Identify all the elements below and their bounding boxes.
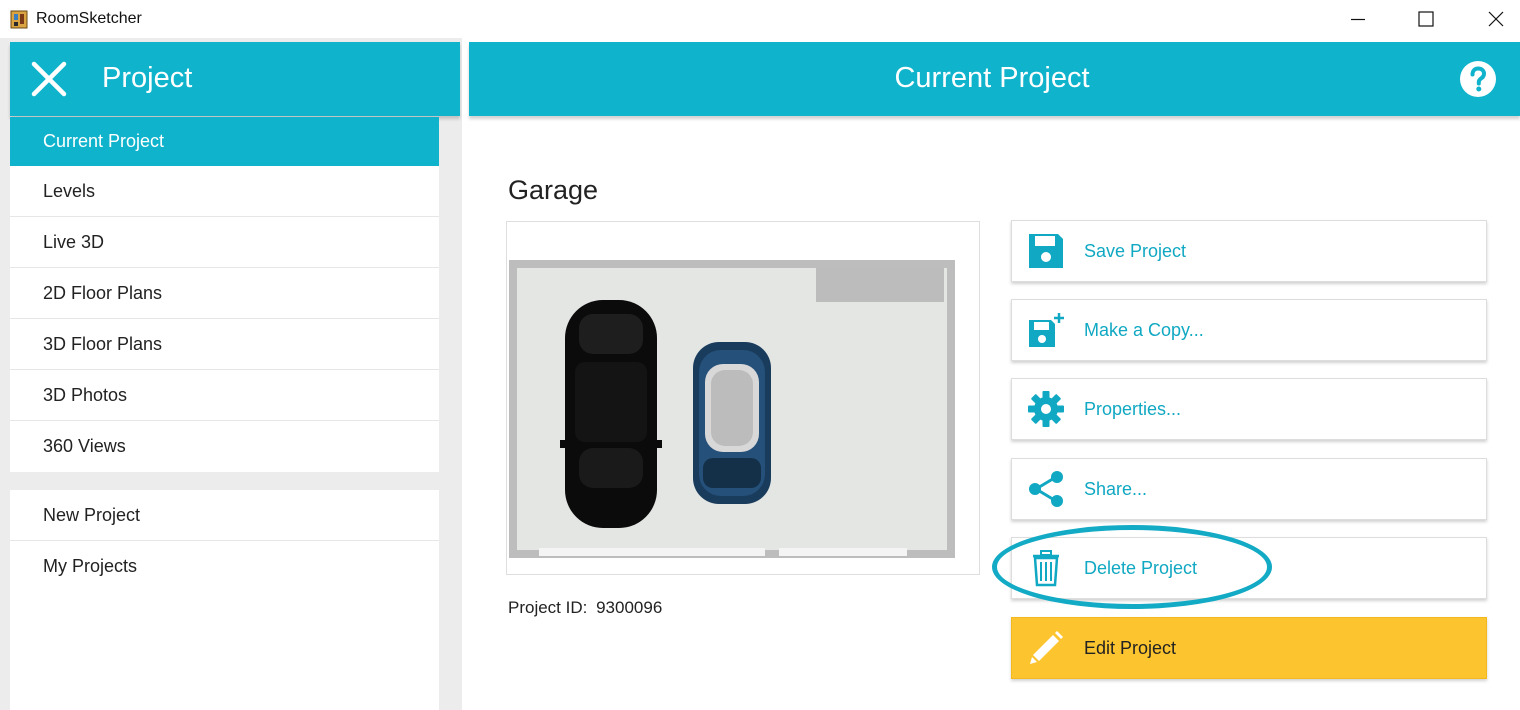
- project-id-label: Project ID:: [508, 598, 588, 617]
- properties-button[interactable]: Properties...: [1011, 378, 1487, 440]
- sidebar-item-current-project[interactable]: Current Project: [10, 117, 439, 166]
- sidebar-item-3d-photos[interactable]: 3D Photos: [10, 370, 439, 421]
- sidebar-title: Project: [102, 62, 193, 94]
- main-header: Current Project: [469, 42, 1520, 116]
- sidebar-item-new-project[interactable]: New Project: [10, 490, 439, 541]
- sidebar-item-my-projects[interactable]: My Projects: [10, 541, 439, 592]
- sidebar-item-levels[interactable]: Levels: [10, 166, 439, 217]
- share-icon: [1026, 469, 1066, 509]
- sidebar-item-live-3d[interactable]: Live 3D: [10, 217, 439, 268]
- help-question-icon: [1460, 61, 1496, 97]
- window-title-bar: RoomSketcher: [0, 0, 1520, 38]
- action-label: Edit Project: [1084, 637, 1177, 658]
- sidebar-item-label: 3D Floor Plans: [43, 333, 163, 354]
- save-project-button[interactable]: Save Project: [1011, 220, 1487, 282]
- maximize-button[interactable]: [1396, 0, 1456, 38]
- sidebar-secondary-nav: New Project My Projects: [10, 490, 439, 710]
- project-id-value: 9300096: [596, 598, 663, 617]
- edit-project-button[interactable]: Edit Project: [1011, 617, 1487, 679]
- roomsketcher-app-icon: [10, 10, 28, 29]
- pencil-icon: [1026, 628, 1066, 668]
- action-label: Delete Project: [1084, 557, 1198, 578]
- minimize-icon: [1351, 18, 1365, 21]
- page-title: Current Project: [894, 62, 1090, 94]
- copy-disk-plus-icon: [1026, 310, 1066, 350]
- action-label: Save Project: [1084, 240, 1187, 261]
- project-id: Project ID: 9300096: [508, 598, 662, 618]
- share-button[interactable]: Share...: [1011, 458, 1487, 520]
- sidebar-item-label: 2D Floor Plans: [43, 282, 163, 303]
- sidebar-nav: Current Project Levels Live 3D 2D Floor …: [10, 117, 439, 472]
- sidebar-item-label: Live 3D: [43, 231, 105, 252]
- sidebar-item-360-views[interactable]: 360 Views: [10, 421, 439, 472]
- sidebar-item-label: New Project: [43, 504, 141, 525]
- project-sidebar: Project Current Project Levels Live 3D 2…: [0, 38, 462, 710]
- sidebar-header: Project: [10, 42, 460, 116]
- sidebar-item-3d-floor-plans[interactable]: 3D Floor Plans: [10, 319, 439, 370]
- blue-car-image: [693, 342, 771, 504]
- project-thumbnail[interactable]: [506, 221, 980, 575]
- gear-icon: [1026, 389, 1066, 429]
- maximize-icon: [1418, 11, 1434, 27]
- sidebar-item-label: Levels: [43, 180, 96, 201]
- minimize-button[interactable]: [1328, 0, 1388, 38]
- help-button[interactable]: [1459, 60, 1497, 98]
- close-x-icon: [31, 61, 67, 97]
- save-disk-icon: [1026, 231, 1066, 271]
- sidebar-item-2d-floor-plans[interactable]: 2D Floor Plans: [10, 268, 439, 319]
- delete-project-button[interactable]: Delete Project: [1011, 537, 1487, 599]
- project-name: Garage: [508, 175, 599, 205]
- main-panel: Current Project Garage Project ID: 93000…: [462, 38, 1520, 710]
- trash-icon: [1026, 548, 1066, 588]
- sidebar-item-label: My Projects: [43, 556, 138, 576]
- close-icon: [1488, 11, 1504, 27]
- sidebar-close-button[interactable]: [30, 60, 68, 98]
- sidebar-item-label: Current Project: [43, 131, 165, 151]
- sidebar-item-label: 360 Views: [43, 436, 126, 456]
- action-label: Share...: [1084, 478, 1148, 499]
- action-label: Properties...: [1084, 398, 1182, 419]
- black-car-image: [560, 300, 662, 528]
- window-close-button[interactable]: [1466, 0, 1520, 38]
- window-title: RoomSketcher: [36, 10, 142, 27]
- make-copy-button[interactable]: Make a Copy...: [1011, 299, 1487, 361]
- sidebar-item-label: 3D Photos: [43, 384, 128, 405]
- floor-plan-preview-image: [507, 222, 979, 574]
- action-label: Make a Copy...: [1084, 319, 1204, 340]
